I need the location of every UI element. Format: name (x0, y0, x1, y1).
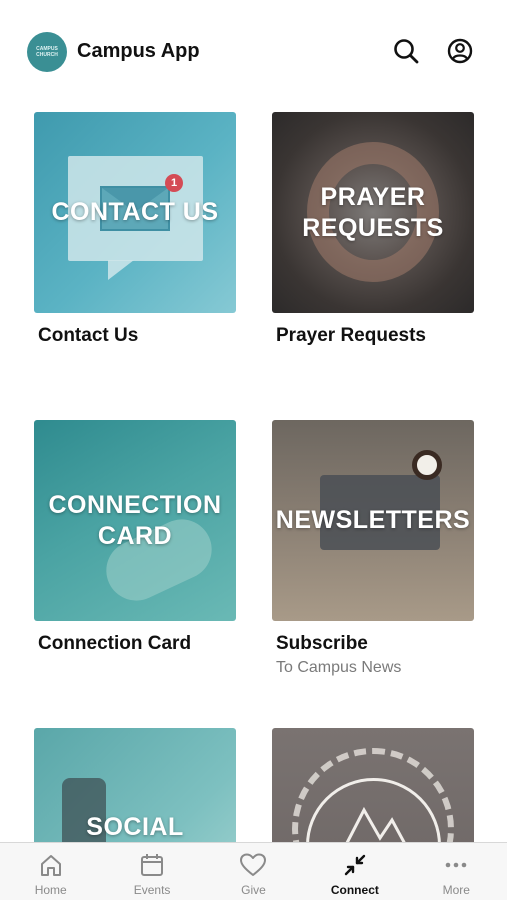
tab-connect[interactable]: Connect (304, 843, 405, 900)
tile-contact-us[interactable]: 1 CONTACT US Contact Us (34, 112, 236, 347)
prayer-requests-image: PRAYER REQUESTS (272, 112, 474, 313)
search-button[interactable] (391, 36, 421, 66)
connect-arrows-icon (342, 851, 368, 879)
app-logo: CAMPUS CHURCH (27, 32, 67, 72)
tile-sublabel: To Campus News (276, 659, 402, 676)
account-icon (447, 38, 473, 64)
tile-label: Prayer Requests (276, 325, 426, 346)
bottom-tab-bar: Home Events Give Connect More (0, 842, 507, 900)
tile-label: Connection Card (38, 633, 192, 654)
app-header: CAMPUS CHURCH Campus App (0, 28, 507, 78)
search-icon (394, 39, 419, 64)
contact-us-image: 1 CONTACT US (34, 112, 236, 313)
more-dots-icon (443, 851, 469, 879)
tile-overlay-text: CONNECTION CARD (48, 490, 222, 550)
home-icon (38, 851, 64, 879)
tab-label: Connect (330, 883, 379, 897)
app-title: Campus App (77, 40, 200, 62)
tile-newsletters[interactable]: NEWSLETTERS Subscribe To Campus News (272, 420, 474, 677)
tile-overlay-text: NEWSLETTERS (275, 506, 471, 534)
tile-prayer-requests[interactable]: PRAYER REQUESTS Prayer Requests (272, 112, 474, 347)
tile-overlay-text: PRAYER REQUESTS (302, 182, 444, 242)
tile-label: Subscribe (276, 633, 368, 654)
tab-label: More (442, 883, 470, 897)
tab-give[interactable]: Give (203, 843, 304, 900)
tab-events[interactable]: Events (101, 843, 202, 900)
calendar-icon (139, 851, 165, 879)
tab-more[interactable]: More (406, 843, 507, 900)
tile-connection-card[interactable]: CONNECTION CARD Connection Card (34, 420, 236, 655)
logo-text: CAMPUS CHURCH (36, 46, 58, 58)
account-button[interactable] (445, 36, 475, 66)
connection-card-image: CONNECTION CARD (34, 420, 236, 621)
newsletters-image: NEWSLETTERS (272, 420, 474, 621)
tab-label: Home (34, 883, 67, 897)
tab-label: Give (241, 883, 266, 897)
tab-label: Events (133, 883, 171, 897)
heart-icon (239, 851, 267, 879)
tile-overlay-text: CONTACT US (51, 198, 219, 226)
tab-home[interactable]: Home (0, 843, 101, 900)
tile-label: Contact Us (38, 325, 139, 346)
